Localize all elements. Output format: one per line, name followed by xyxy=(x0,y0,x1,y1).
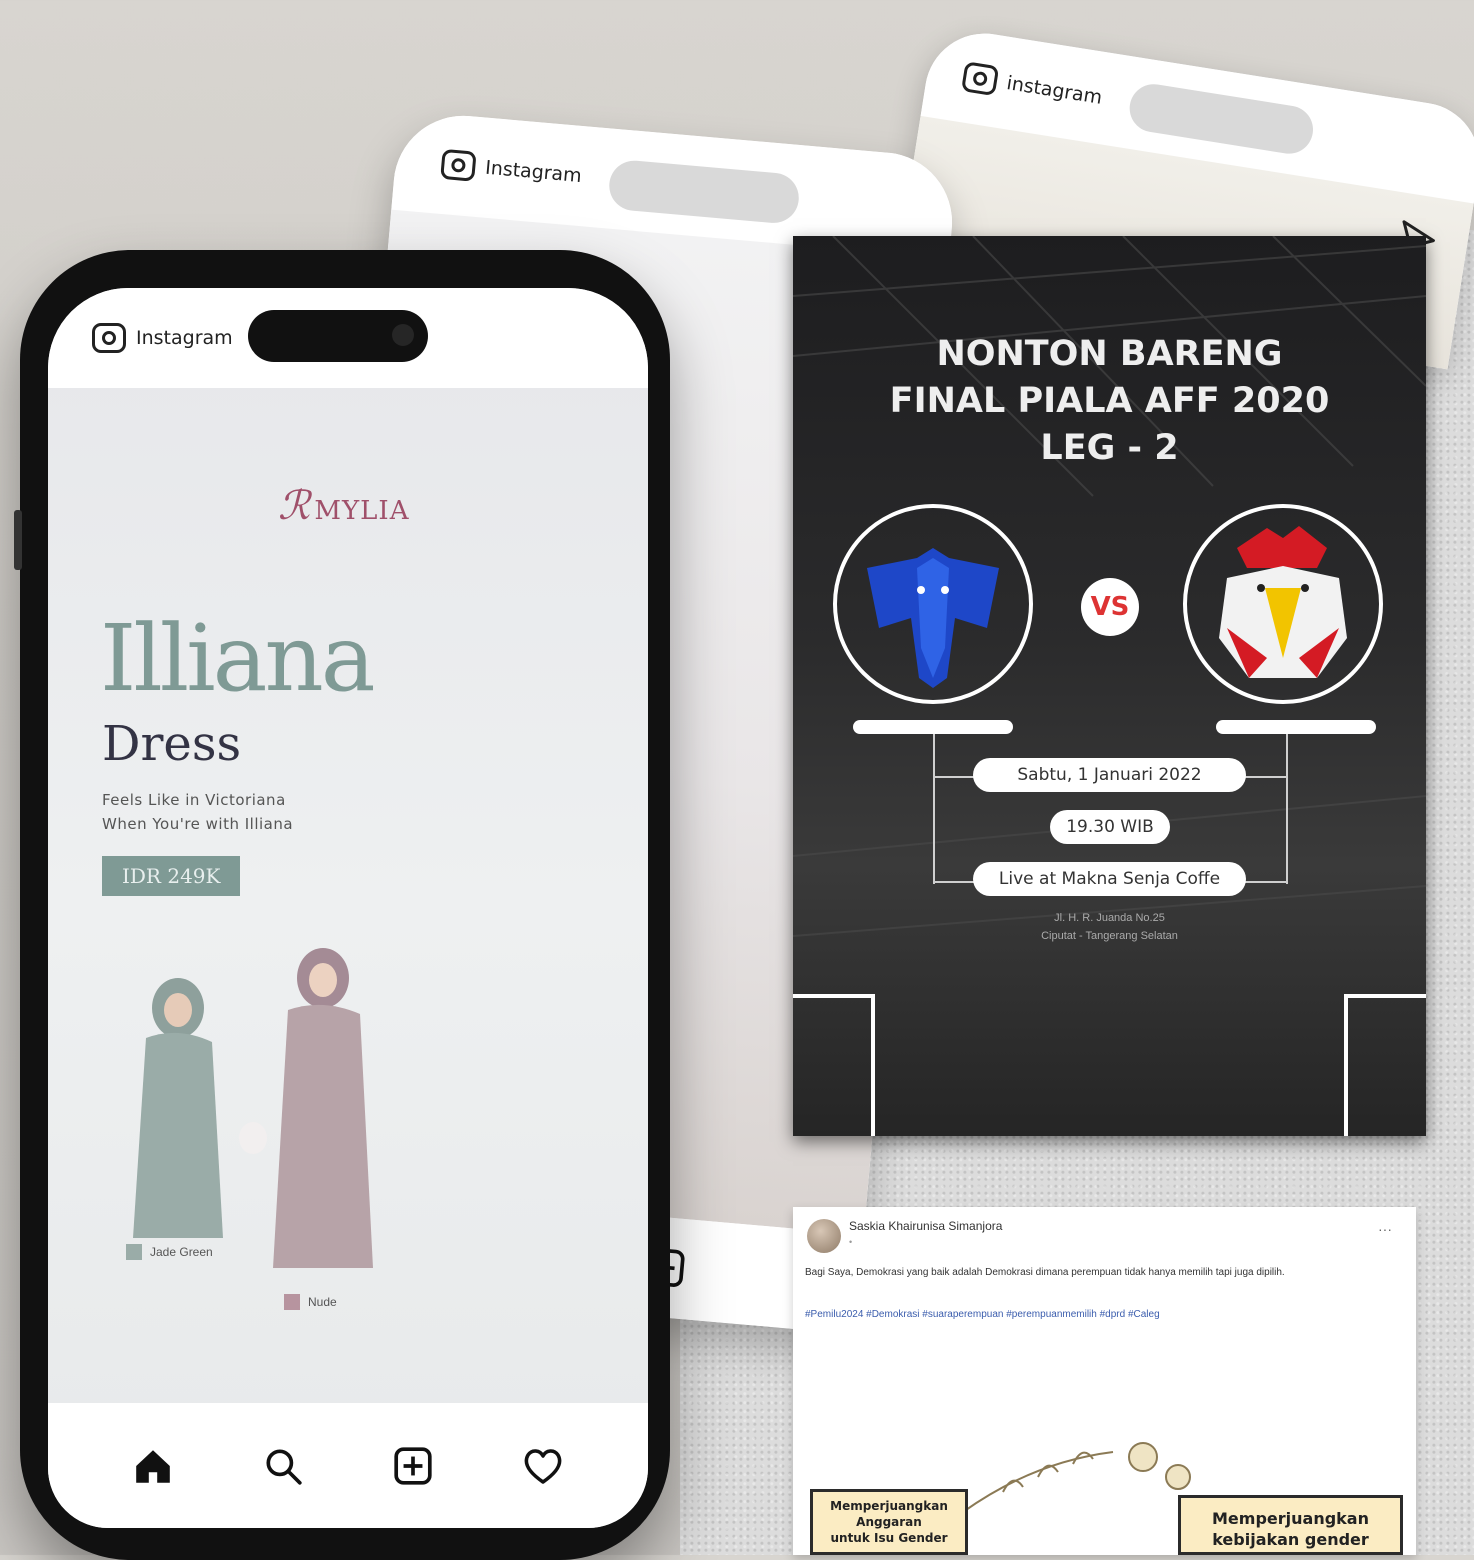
swatch-nude: Nude xyxy=(284,1293,337,1311)
post-author[interactable]: Saskia Khairunisa Simanjora xyxy=(849,1219,1002,1233)
post-hashtags[interactable]: #Pemilu2024 #Demokrasi #suaraperempuan #… xyxy=(805,1307,1395,1322)
avatar[interactable] xyxy=(807,1219,841,1253)
note-line: kebijakan gender xyxy=(1212,1530,1369,1549)
add-post-button[interactable] xyxy=(388,1441,438,1491)
instagram-label: instagram xyxy=(1005,72,1104,109)
note-card-right: Memperjuangkan kebijakan gender xyxy=(1178,1495,1403,1555)
models-illustration xyxy=(133,948,373,1268)
search-button[interactable] xyxy=(258,1441,308,1491)
address-line-1: Jl. H. R. Juanda No.25 xyxy=(1054,912,1165,924)
vs-badge: VS xyxy=(1081,578,1139,636)
frame-corner xyxy=(1346,994,1426,998)
note-line: Memperjuangkan xyxy=(1212,1509,1369,1528)
camera-icon[interactable] xyxy=(440,148,477,182)
dynamic-island xyxy=(1126,80,1317,158)
note-line: Anggaran xyxy=(856,1515,922,1529)
event-venue: Live at Makna Senja Coffe xyxy=(973,862,1246,896)
dynamic-island xyxy=(607,158,801,225)
likes-button[interactable] xyxy=(518,1441,568,1491)
poster-title: NONTON BARENG FINAL PIALA AFF 2020 LEG -… xyxy=(793,331,1426,472)
tagline-line-1: Feels Like in Victoriana xyxy=(102,791,286,809)
poster-title-line-3: LEG - 2 xyxy=(1040,428,1179,468)
connector xyxy=(1286,734,1288,884)
frame-corner xyxy=(1344,994,1348,1136)
connector xyxy=(933,734,935,884)
poster-title-line-1: NONTON BARENG xyxy=(936,334,1283,374)
swatch-label: Nude xyxy=(308,1294,337,1309)
product-subtitle: Dress xyxy=(102,716,242,772)
instagram-header: Instagram xyxy=(48,288,648,388)
swatch-jade: Jade Green xyxy=(126,1243,213,1261)
add-post-icon xyxy=(394,1446,432,1485)
heart-icon xyxy=(524,1448,562,1484)
bottom-nav xyxy=(48,1403,648,1528)
more-options-icon[interactable]: ··· xyxy=(1378,1221,1392,1237)
team-right-label xyxy=(1216,720,1376,734)
event-date: Sabtu, 1 Januari 2022 xyxy=(973,758,1246,792)
swatch-label: Jade Green xyxy=(150,1244,213,1259)
tagline: Feels Like in Victoriana When You're wit… xyxy=(102,788,293,836)
address-line-2: Ciputat - Tangerang Selatan xyxy=(1041,930,1178,942)
instagram-label: Instagram xyxy=(136,327,233,349)
frame-corner xyxy=(793,994,873,998)
search-icon xyxy=(266,1448,302,1485)
event-address: Jl. H. R. Juanda No.25 Ciputat - Tangera… xyxy=(943,909,1276,945)
note-card-left: Memperjuangkan Anggaran untuk Isu Gender xyxy=(810,1489,968,1555)
price-tag: IDR 249K xyxy=(102,856,241,896)
facebook-post: Saskia Khairunisa Simanjora • ··· Bagi S… xyxy=(793,1207,1416,1555)
rooster-icon xyxy=(1219,526,1347,678)
poster-title-line-2: FINAL PIALA AFF 2020 xyxy=(889,381,1330,421)
side-button xyxy=(14,510,22,570)
event-time: 19.30 WIB xyxy=(1050,810,1170,844)
note-line: Memperjuangkan xyxy=(830,1499,948,1513)
team-right-emblem xyxy=(1183,504,1383,704)
note-line: untuk Isu Gender xyxy=(830,1531,948,1545)
frame-corner xyxy=(871,994,875,1136)
phone-front-screen: Instagram ℛ MYLIA Illiana Dress Feels Li… xyxy=(48,288,648,1528)
product-title: Illiana xyxy=(100,605,376,712)
brand-name: MYLIA xyxy=(314,496,410,526)
post-date: • xyxy=(849,1237,853,1247)
dynamic-island xyxy=(248,310,428,362)
instagram-label: Instagram xyxy=(484,156,583,188)
home-button[interactable] xyxy=(128,1441,178,1491)
post-body: Bagi Saya, Demokrasi yang baik adalah De… xyxy=(805,1267,1285,1278)
swatch-color xyxy=(284,1293,300,1310)
phone-front: Instagram ℛ MYLIA Illiana Dress Feels Li… xyxy=(14,250,670,1560)
event-poster: NONTON BARENG FINAL PIALA AFF 2020 LEG -… xyxy=(793,236,1426,1136)
brand-logo: ℛ MYLIA xyxy=(278,483,410,529)
floral-illustration xyxy=(962,1442,1191,1513)
team-left-label xyxy=(853,720,1013,734)
team-left-emblem xyxy=(833,504,1033,704)
camera-icon[interactable] xyxy=(961,61,1000,97)
elephant-icon xyxy=(867,548,999,688)
swatch-color xyxy=(126,1243,142,1260)
tagline-line-2: When You're with Illiana xyxy=(102,815,294,833)
camera-icon[interactable] xyxy=(92,323,126,353)
home-icon xyxy=(136,1449,170,1483)
